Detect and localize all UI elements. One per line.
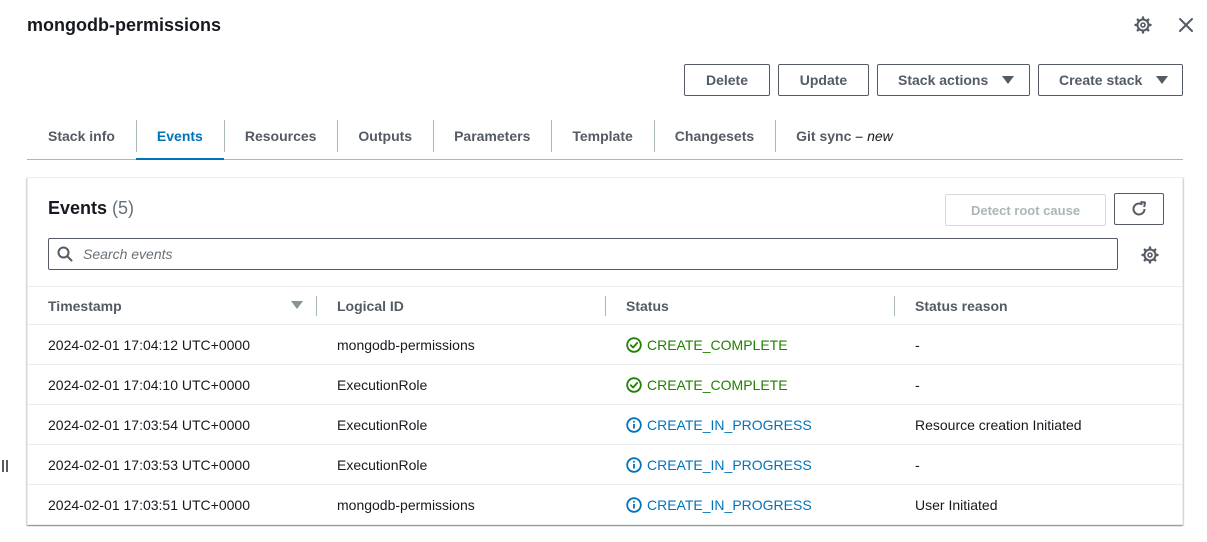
events-heading: Events (5) bbox=[48, 198, 134, 219]
cell-logical-id: mongodb-permissions bbox=[337, 336, 475, 353]
column-label: Timestamp bbox=[48, 297, 122, 314]
table-row[interactable]: 2024-02-01 17:03:51 UTC+0000 mongodb-perm… bbox=[28, 485, 1182, 525]
info-icon bbox=[626, 497, 642, 513]
table-row[interactable]: 2024-02-01 17:03:53 UTC+0000 ExecutionRol… bbox=[28, 445, 1182, 485]
column-label: Status bbox=[626, 297, 669, 314]
sort-descending-icon[interactable] bbox=[291, 301, 303, 309]
search-events-field bbox=[48, 238, 1118, 270]
tab-outputs[interactable]: Outputs bbox=[337, 112, 433, 159]
tab-stack-info[interactable]: Stack info bbox=[27, 112, 136, 159]
cell-timestamp: 2024-02-01 17:03:53 UTC+0000 bbox=[48, 456, 250, 473]
column-header-status-reason[interactable]: Status reason bbox=[895, 287, 1182, 324]
tab-label: Parameters bbox=[454, 127, 531, 144]
events-panel: Events (5) Detect root cause Timestamp L… bbox=[27, 177, 1183, 525]
cell-timestamp: 2024-02-01 17:03:51 UTC+0000 bbox=[48, 497, 250, 513]
detect-root-cause-button[interactable]: Detect root cause bbox=[945, 194, 1106, 226]
column-label: Status reason bbox=[915, 297, 1008, 314]
cell-status: CREATE_IN_PROGRESS bbox=[606, 417, 895, 433]
table-row[interactable]: 2024-02-01 17:03:54 UTC+0000 ExecutionRol… bbox=[28, 405, 1182, 445]
table-body: 2024-02-01 17:04:12 UTC+0000 mongodb-perm… bbox=[28, 325, 1182, 525]
events-count: (5) bbox=[112, 198, 135, 218]
tab-template[interactable]: Template bbox=[551, 112, 653, 159]
delete-button[interactable]: Delete bbox=[684, 64, 770, 96]
panel-resize-handle[interactable] bbox=[2, 460, 10, 476]
create-stack-label: Create stack bbox=[1059, 72, 1143, 88]
cell-status-reason: Resource creation Initiated bbox=[915, 416, 1082, 433]
success-check-icon bbox=[626, 376, 642, 393]
close-icon[interactable] bbox=[1176, 14, 1196, 36]
create-stack-button[interactable]: Create stack bbox=[1038, 64, 1183, 96]
column-header-timestamp[interactable]: Timestamp bbox=[28, 287, 317, 324]
caret-down-icon bbox=[1002, 76, 1015, 84]
table-row[interactable]: 2024-02-01 17:04:12 UTC+0000 mongodb-perm… bbox=[28, 325, 1182, 365]
cell-status-reason: - bbox=[915, 336, 920, 353]
tab-label: Template bbox=[572, 127, 633, 144]
stack-tabs: Stack info Events Resources Outputs Para… bbox=[27, 112, 1183, 160]
cell-status: CREATE_COMPLETE bbox=[606, 377, 895, 393]
info-icon bbox=[626, 456, 642, 473]
search-input[interactable] bbox=[81, 240, 1117, 268]
tab-label: Stack info bbox=[48, 127, 115, 144]
status-text: CREATE_IN_PROGRESS bbox=[647, 497, 812, 513]
page-title: mongodb-permissions bbox=[27, 15, 222, 35]
cell-status-reason: - bbox=[915, 456, 920, 473]
preferences-gear-icon[interactable] bbox=[1139, 244, 1161, 266]
tab-parameters[interactable]: Parameters bbox=[433, 112, 551, 159]
cell-status: CREATE_IN_PROGRESS bbox=[606, 497, 895, 513]
status-text: CREATE_COMPLETE bbox=[647, 376, 788, 393]
tab-git-sync[interactable]: Git sync – new bbox=[775, 112, 914, 159]
column-label: Logical ID bbox=[337, 297, 404, 314]
tab-changesets[interactable]: Changesets bbox=[653, 112, 775, 159]
refresh-icon bbox=[1132, 201, 1146, 216]
column-header-logical-id[interactable]: Logical ID bbox=[317, 287, 606, 324]
cell-timestamp: 2024-02-01 17:04:12 UTC+0000 bbox=[48, 336, 250, 353]
update-button[interactable]: Update bbox=[778, 64, 869, 96]
events-title: Events bbox=[48, 198, 108, 218]
status-text: CREATE_IN_PROGRESS bbox=[647, 456, 812, 473]
stack-actions-toolbar: Delete Update Stack actions Create stack bbox=[684, 64, 1183, 96]
tab-label: Resources bbox=[244, 127, 317, 144]
events-table: Timestamp Logical ID Status Status reaso… bbox=[28, 286, 1182, 525]
tab-new-badge: new bbox=[867, 127, 893, 144]
stack-actions-label: Stack actions bbox=[898, 72, 989, 88]
tab-label: Outputs bbox=[358, 127, 413, 144]
search-icon bbox=[49, 239, 81, 269]
cell-status: CREATE_IN_PROGRESS bbox=[606, 457, 895, 473]
info-icon bbox=[626, 416, 642, 433]
gear-icon[interactable] bbox=[1133, 14, 1153, 36]
status-text: CREATE_COMPLETE bbox=[647, 336, 788, 353]
tab-label: Changesets bbox=[674, 127, 755, 144]
cell-logical-id: ExecutionRole bbox=[337, 456, 428, 473]
cell-timestamp: 2024-02-01 17:03:54 UTC+0000 bbox=[48, 416, 250, 433]
stack-actions-button[interactable]: Stack actions bbox=[877, 64, 1030, 96]
cell-status-reason: - bbox=[915, 376, 920, 393]
cell-status-reason: User Initiated bbox=[915, 497, 998, 513]
cell-logical-id: mongodb-permissions bbox=[337, 497, 475, 513]
caret-down-icon bbox=[1156, 76, 1169, 84]
tab-resources[interactable]: Resources bbox=[223, 112, 338, 159]
cell-status: CREATE_COMPLETE bbox=[606, 337, 895, 353]
table-header: Timestamp Logical ID Status Status reaso… bbox=[28, 287, 1182, 325]
tab-events[interactable]: Events bbox=[135, 112, 224, 160]
status-text: CREATE_IN_PROGRESS bbox=[647, 416, 812, 433]
tab-label: Events bbox=[156, 127, 203, 144]
table-row[interactable]: 2024-02-01 17:04:10 UTC+0000 ExecutionRol… bbox=[28, 365, 1182, 405]
tab-label: Git sync – bbox=[796, 127, 864, 144]
cell-timestamp: 2024-02-01 17:04:10 UTC+0000 bbox=[48, 376, 250, 393]
column-header-status[interactable]: Status bbox=[606, 287, 895, 324]
cell-logical-id: ExecutionRole bbox=[337, 416, 428, 433]
cell-logical-id: ExecutionRole bbox=[337, 376, 428, 393]
success-check-icon bbox=[626, 336, 642, 353]
refresh-button[interactable] bbox=[1114, 193, 1164, 225]
